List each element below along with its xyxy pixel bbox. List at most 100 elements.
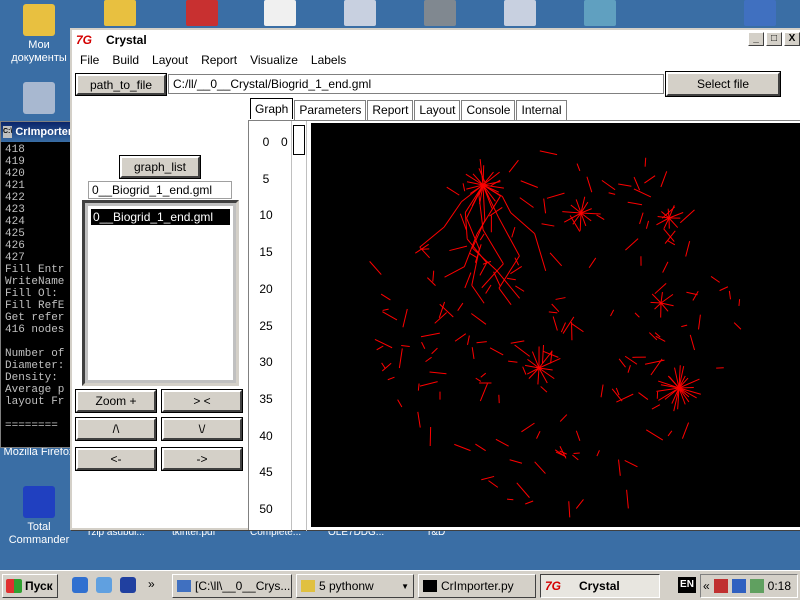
menu-labels[interactable]: Labels [311, 53, 346, 67]
graph-edge [575, 499, 584, 509]
graph-edge [489, 347, 504, 356]
graph-edge [380, 293, 391, 301]
task-explorer[interactable]: [C:\ll\__0__Crys... [172, 574, 292, 598]
close-button[interactable]: X [784, 32, 800, 46]
crystal-window[interactable]: 7G Crystal _ □ X File Build Layout Repor… [70, 28, 800, 531]
ruler-tick-label: 30 [259, 355, 273, 370]
pan-left-button[interactable]: <- [76, 448, 156, 470]
quick-launch-chevron-icon[interactable]: » [148, 577, 164, 593]
tab-parameters[interactable]: Parameters [294, 100, 367, 120]
vertical-scrollbar[interactable] [291, 121, 307, 531]
tray-icon-network[interactable] [713, 579, 728, 593]
graph-canvas[interactable] [311, 123, 800, 527]
tab-layout[interactable]: Layout [414, 100, 461, 120]
graph-edge [616, 393, 634, 403]
web-icon[interactable] [96, 577, 112, 593]
language-indicator[interactable]: EN [678, 577, 696, 593]
graph-edge [482, 229, 504, 265]
pan-down-button[interactable]: \/ [162, 418, 242, 440]
tray-icon-volume[interactable] [731, 579, 746, 593]
graph-edge [719, 286, 729, 292]
desktop-icon-total-commander[interactable]: Total Commander [2, 486, 76, 547]
graph-listbox[interactable]: 0__Biogrid_1_end.gml [82, 200, 239, 386]
graph-edge [516, 482, 530, 498]
desktop-icon-python-file[interactable] [424, 0, 456, 26]
graph-edge [498, 216, 520, 257]
graph-edge [681, 324, 688, 328]
menu-layout[interactable]: Layout [152, 53, 188, 67]
desktop-icon-my-documents[interactable]: Мои документы [2, 4, 76, 65]
menu-report[interactable]: Report [201, 53, 237, 67]
desktop-icon-python-file[interactable] [344, 0, 376, 26]
console-title: CrImporter [15, 126, 71, 138]
graph-list-button[interactable]: graph_list [120, 156, 200, 178]
scrollbar-thumb[interactable] [293, 125, 305, 155]
minimize-button[interactable]: _ [748, 32, 764, 46]
pan-up-button[interactable]: /\ [76, 418, 156, 440]
tray-icon-app[interactable] [749, 579, 764, 593]
graph-edge [639, 212, 644, 225]
window-titlebar[interactable]: 7G Crystal _ □ X [72, 30, 800, 50]
graph-edge [467, 335, 470, 345]
graph-edge [420, 332, 440, 338]
menubar: File Build Layout Report Visualize Label… [72, 50, 800, 70]
graph-edge [425, 356, 432, 363]
desktop-icon-document[interactable] [264, 0, 296, 26]
pan-right-button[interactable]: -> [162, 448, 242, 470]
graph-edge [495, 438, 509, 447]
start-button[interactable]: Пуск [2, 574, 58, 598]
menu-file[interactable]: File [80, 53, 99, 67]
tab-graph[interactable]: Graph [250, 98, 294, 119]
zoom-in-button[interactable]: Zoom + [76, 390, 156, 412]
graph-edge [568, 501, 571, 518]
vertical-ruler: 0 0 5 10 15 20 25 30 35 40 45 50 [249, 121, 291, 531]
task-crimporter[interactable]: CrImporter.py [418, 574, 536, 598]
graph-edge [576, 163, 581, 172]
list-item[interactable]: 0__Biogrid_1_end.gml [91, 209, 230, 225]
graph-edge [667, 430, 673, 437]
clock: 0:18 [767, 579, 791, 593]
tab-internal[interactable]: Internal [516, 100, 567, 120]
task-crystal[interactable]: 7G Crystal [540, 574, 660, 598]
desktop-icon-word-doc[interactable] [744, 0, 776, 26]
desktop-icon-my-computer[interactable] [2, 82, 76, 117]
path-input[interactable]: C:/ll/__0__Crystal/Biogrid_1_end.gml [168, 74, 664, 94]
graph-edge [539, 150, 558, 156]
console-window[interactable]: C:\ CrImporter 418 419 420 421 422 423 4… [0, 121, 72, 448]
desktop-icon-app[interactable] [584, 0, 616, 26]
maximize-button[interactable]: □ [766, 32, 782, 46]
collapse-button[interactable]: > < [162, 390, 242, 412]
graph-edge [511, 226, 516, 238]
graph-edge [572, 454, 579, 461]
tray-expand-icon[interactable]: « [703, 579, 710, 593]
menu-visualize[interactable]: Visualize [250, 53, 298, 67]
graph-edge [650, 358, 663, 376]
desktop-icon-label: Total Commander [8, 521, 70, 546]
graph-list-entry[interactable]: 0__Biogrid_1_end.gml [88, 181, 232, 199]
graph-edge [698, 314, 701, 330]
graph-edge [546, 192, 565, 199]
tab-console[interactable]: Console [461, 100, 516, 120]
ruler-tick-label: 5 [262, 171, 270, 186]
ie-icon[interactable] [72, 577, 88, 593]
graph-edge [508, 360, 518, 363]
desktop-icon-python-file[interactable] [504, 0, 536, 26]
menu-build[interactable]: Build [112, 53, 139, 67]
task-pythonw[interactable]: 5 pythonw ▼ [296, 574, 414, 598]
desktop-icon-folder[interactable] [104, 0, 136, 26]
graph-edge [432, 270, 435, 282]
select-file-button[interactable]: Select file [666, 72, 780, 96]
graph-edge [625, 238, 639, 251]
console-titlebar[interactable]: C:\ CrImporter [1, 122, 71, 142]
graph-edge [555, 297, 566, 300]
tab-report[interactable]: Report [367, 100, 414, 120]
desktop-icon-app-red[interactable] [186, 0, 218, 26]
save-icon[interactable] [120, 577, 136, 593]
graph-edge [562, 211, 582, 214]
console-icon: C:\ [3, 126, 13, 138]
graph-edge [610, 309, 615, 317]
graph-edge [626, 489, 629, 509]
graph-edge [382, 311, 398, 321]
path-to-file-button[interactable]: path_to_file [76, 74, 166, 95]
graph-edge [541, 344, 545, 364]
